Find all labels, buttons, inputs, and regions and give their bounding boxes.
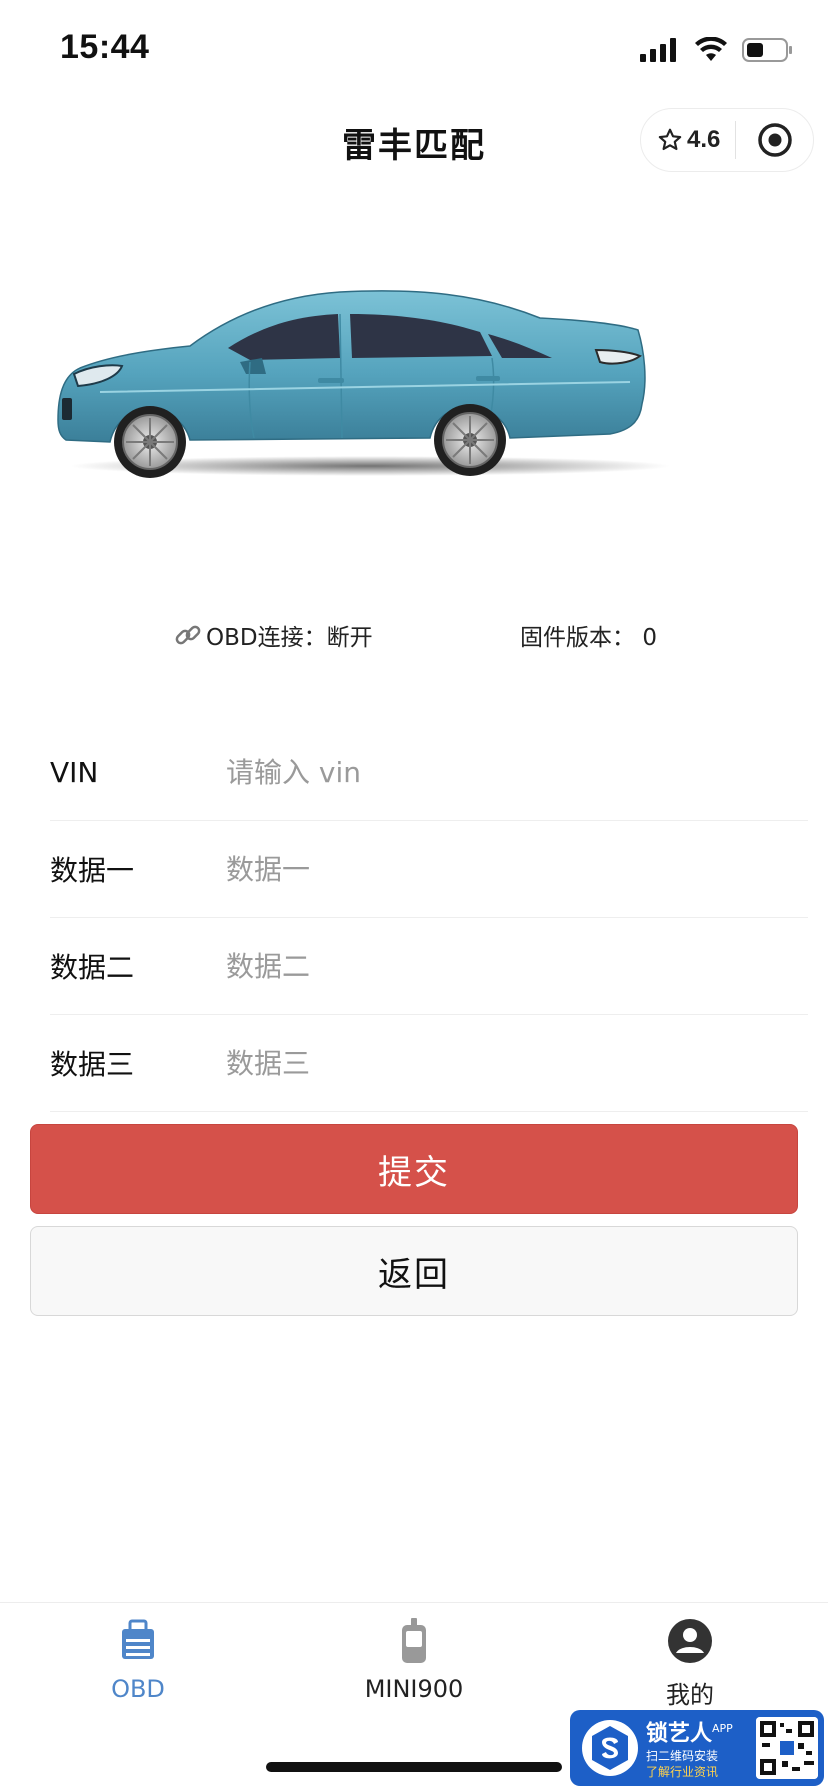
form-row-data-3: 数据三 <box>50 1015 808 1112</box>
handheld-device-icon <box>402 1618 426 1663</box>
data-3-input[interactable] <box>226 1046 808 1080</box>
form-row-data-2: 数据二 <box>50 918 808 1015</box>
watermark-logo <box>582 1720 638 1776</box>
form-row-data-1: 数据一 <box>50 821 808 918</box>
firmware-version: 固件版本： 0 <box>520 618 657 652</box>
cellular-signal-icon <box>640 38 676 62</box>
car-illustration <box>40 270 690 490</box>
tab-obd-label: OBD <box>111 1675 165 1703</box>
watermark-text: 锁艺人APP 扫二维码安装 了解行业资讯 <box>646 1716 750 1779</box>
car-image <box>57 290 670 478</box>
star-icon <box>658 128 682 151</box>
data-1-input[interactable] <box>226 852 808 886</box>
close-program-button[interactable] <box>736 121 813 159</box>
data-3-label: 数据三 <box>50 1048 135 1081</box>
home-indicator <box>266 1762 562 1772</box>
app-screen: 15:44 雷丰匹配 4.6 OBD连接： 断开 固件版本： 0 VIN 请输入… <box>0 0 828 1792</box>
battery-icon <box>742 38 792 62</box>
status-bar: 15:44 <box>0 0 828 100</box>
back-button[interactable]: 返回 <box>30 1226 798 1316</box>
vin-input[interactable] <box>226 755 808 789</box>
tab-mini900[interactable]: MINI900 <box>276 1617 552 1717</box>
vin-form: VIN 数据一 数据二 数据三 <box>50 724 808 1112</box>
obd-connection-value: 断开 <box>326 625 373 651</box>
watermark-line1: 扫二维码安装 <box>646 1748 719 1763</box>
tab-mine-label: 我的 <box>666 1681 714 1709</box>
mini-program-capsule: 4.6 <box>640 108 814 172</box>
tab-obd[interactable]: OBD <box>0 1617 276 1717</box>
nav-bar: 雷丰匹配 4.6 <box>0 100 828 184</box>
submit-button[interactable]: 提交 <box>30 1124 798 1214</box>
status-icons <box>640 34 794 66</box>
rating-value: 4.6 <box>687 126 721 153</box>
watermark-title: 锁艺人APP <box>646 1721 733 1747</box>
target-icon <box>757 123 792 157</box>
data-2-input[interactable] <box>226 949 808 983</box>
tab-mini900-label: MINI900 <box>364 1675 464 1703</box>
firmware-value: 0 <box>642 625 657 651</box>
rating-button[interactable]: 4.6 <box>641 126 735 154</box>
device-info-row: OBD连接： 断开 固件版本： 0 <box>0 614 828 654</box>
watermark-line2: 了解行业资讯 <box>646 1764 719 1779</box>
user-avatar-icon <box>668 1619 712 1663</box>
tab-mine[interactable]: 我的 <box>552 1617 828 1717</box>
form-row-vin: VIN <box>50 724 808 821</box>
data-2-label: 数据二 <box>50 951 135 984</box>
firmware-label: 固件版本： <box>520 625 635 651</box>
obd-connection-label: OBD连接： <box>206 625 327 651</box>
link-icon <box>175 625 201 645</box>
status-time: 15:44 <box>60 28 150 66</box>
obd-device-icon <box>122 1619 154 1659</box>
data-1-label: 数据一 <box>50 854 135 887</box>
app-promo-watermark: 锁艺人APP 扫二维码安装 了解行业资讯 <box>570 1710 824 1786</box>
vin-label: VIN <box>50 755 99 789</box>
obd-connection-status: OBD连接： 断开 <box>172 618 373 652</box>
wifi-icon <box>695 37 727 61</box>
qr-code-icon <box>756 1717 818 1779</box>
